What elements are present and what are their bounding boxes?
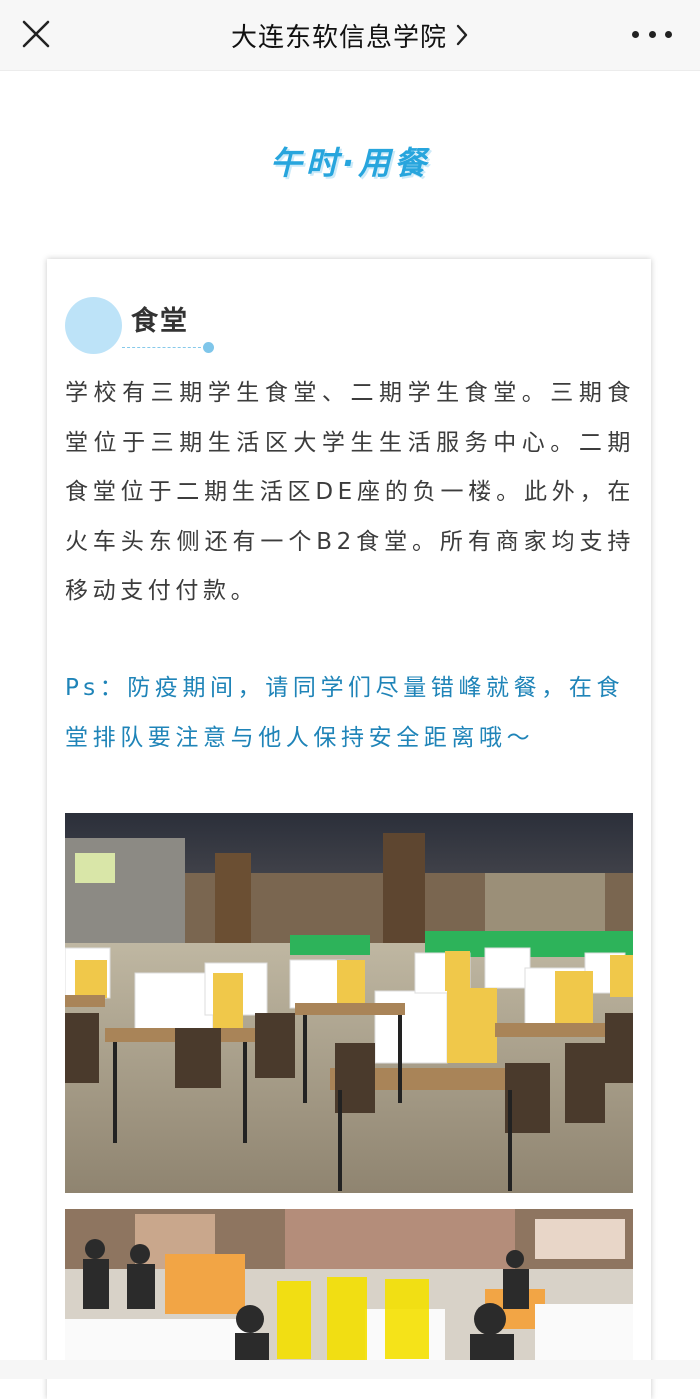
canteen-photo-2[interactable] (65, 1209, 633, 1369)
account-title-link[interactable]: 大连东软信息学院 (231, 17, 469, 54)
bottom-bar (0, 1360, 700, 1379)
epidemic-note: Ps：防疫期间，请同学们尽量错峰就餐，在食堂排队要注意与他人保持安全距离哦～ (65, 675, 625, 751)
underline-dot (203, 342, 214, 353)
more-horizontal-icon[interactable] (632, 22, 672, 46)
title-underline (122, 347, 206, 348)
close-icon[interactable] (20, 18, 52, 50)
navigation-bar: 大连东软信息学院 (0, 0, 700, 71)
decorative-circle (65, 297, 122, 354)
section-heading: 午时·用餐 (269, 144, 431, 182)
chevron-right-icon (456, 24, 468, 46)
card-body-text: 学校有三期学生食堂、二期学生食堂。三期食堂位于三期生活区大学生生活服务中心。二期… (65, 380, 635, 604)
card-title: 食堂 (131, 306, 189, 337)
canteen-photo[interactable] (65, 813, 633, 1193)
account-name: 大连东软信息学院 (230, 22, 447, 53)
canteen-card: 食堂 学校有三期学生食堂、二期学生食堂。三期食堂位于三期生活区大学生生活服务中心… (47, 259, 651, 1399)
